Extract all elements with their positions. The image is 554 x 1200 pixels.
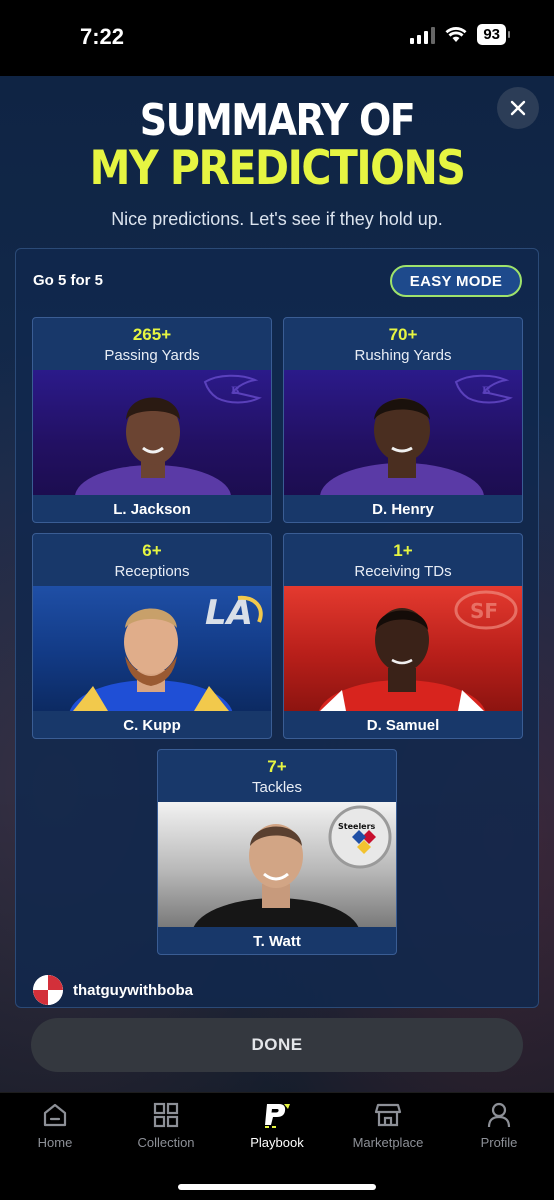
tab-label: Home [37,1135,73,1150]
home-indicator [178,1184,376,1190]
prediction-value: 1+ [393,541,413,560]
player-photo: Steelers [158,802,396,927]
prediction-card-kupp[interactable]: 6+ Receptions LA C. Kupp [32,533,272,739]
rams-logo-icon: LA [205,593,263,633]
panel-label: Go 5 for 5 [33,272,104,289]
prediction-stat: Rushing Yards [354,347,452,364]
tab-marketplace[interactable]: Marketplace [333,1101,443,1161]
svg-text:SF: SF [470,599,498,623]
username[interactable]: thatguywithboba [73,982,193,999]
status-bar: 7:22 93 [0,0,554,76]
prediction-card-henry[interactable]: 70+ Rushing Yards B D. Henry [283,317,523,523]
prediction-stat: Receptions [114,563,190,580]
ravens-logo-icon: B [454,374,513,404]
steelers-logo-icon: Steelers [328,805,392,869]
user-attribution: thatguywithboba [33,975,193,1005]
avatar [33,975,63,1005]
grid-icon [153,1102,179,1128]
status-time: 7:22 [80,24,125,49]
battery-indicator: 93 [477,24,510,45]
title-line-2: MY PREDICTIONS [89,140,466,196]
player-name: C. Kupp [123,717,181,734]
prediction-value: 6+ [142,541,162,560]
player-name: L. Jackson [113,501,191,518]
prediction-value: 70+ [388,325,418,344]
tab-profile[interactable]: Profile [444,1101,554,1161]
ravens-logo-icon: B [203,374,262,404]
tab-home[interactable]: Home [0,1101,110,1161]
prediction-value: 7+ [267,757,287,776]
prediction-value: 265+ [132,325,172,344]
easy-mode-button[interactable]: EASY MODE [390,265,522,297]
tab-collection[interactable]: Collection [111,1101,221,1161]
player-name: T. Watt [253,933,301,950]
svg-text:B: B [482,386,490,397]
svg-text:Steelers: Steelers [338,822,376,831]
prediction-stat: Tackles [251,779,303,796]
prediction-summary-sheet: SUMMARY OF MY PREDICTIONS Nice predictio… [0,76,554,1092]
player-photo: LA [33,586,271,711]
player-name: D. Samuel [366,717,440,734]
status-icons: 93 [410,24,510,45]
player-photo: SF [284,586,522,711]
cellular-signal-icon [410,26,436,44]
prediction-card-jackson[interactable]: 265+ Passing Yards B L. Jackson [32,317,272,523]
prediction-stat: Receiving TDs [354,563,452,580]
store-icon [374,1103,402,1127]
playbook-icon [265,1104,290,1128]
prediction-card-watt[interactable]: 7+ Tackles Steelers T. Watt [157,749,397,955]
tab-label: Playbook [250,1135,304,1150]
done-button[interactable]: DONE [31,1018,523,1072]
prediction-card-samuel[interactable]: 1+ Receiving TDs SF D. Samuel [283,533,523,739]
player-photo: B [284,370,522,495]
wifi-icon [445,26,467,42]
49ers-logo-icon: SF [454,590,518,630]
prediction-stat: Passing Yards [104,347,200,364]
tab-playbook[interactable]: Playbook [222,1101,332,1161]
profile-icon [487,1102,511,1128]
tab-label: Profile [480,1135,518,1150]
player-name: D. Henry [372,501,434,518]
svg-text:B: B [231,386,239,397]
tab-label: Marketplace [352,1135,424,1150]
tab-label: Collection [137,1135,195,1150]
predictions-panel: Go 5 for 5 EASY MODE 265+ Passing Yards … [15,248,539,1008]
home-icon [43,1103,67,1127]
player-photo: B [33,370,271,495]
title-line-1: SUMMARY OF [139,94,416,146]
subtitle: Nice predictions. Let's see if they hold… [111,209,443,229]
